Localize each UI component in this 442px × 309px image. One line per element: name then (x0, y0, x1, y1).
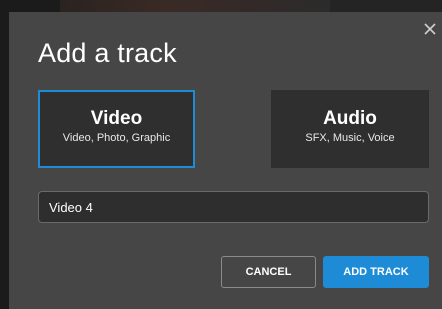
track-type-description: Video, Photo, Graphic (62, 132, 171, 144)
close-icon[interactable] (421, 20, 439, 38)
backdrop-preview (60, 0, 330, 12)
track-type-label: Audio (323, 108, 377, 129)
add-track-button[interactable]: ADD TRACK (323, 256, 429, 288)
track-type-description: SFX, Music, Voice (305, 132, 395, 144)
dialog-title: Add a track (38, 38, 177, 68)
track-type-audio-option[interactable]: Audio SFX, Music, Voice (271, 90, 429, 168)
track-name-input[interactable] (38, 191, 429, 223)
add-track-dialog: Add a track Video Video, Photo, Graphic … (9, 12, 442, 309)
cancel-button[interactable]: CANCEL (221, 256, 316, 288)
track-type-video-option[interactable]: Video Video, Photo, Graphic (38, 90, 195, 168)
backdrop-panel (330, 0, 442, 12)
track-type-label: Video (90, 108, 143, 129)
close-icon-glyph (424, 23, 436, 35)
